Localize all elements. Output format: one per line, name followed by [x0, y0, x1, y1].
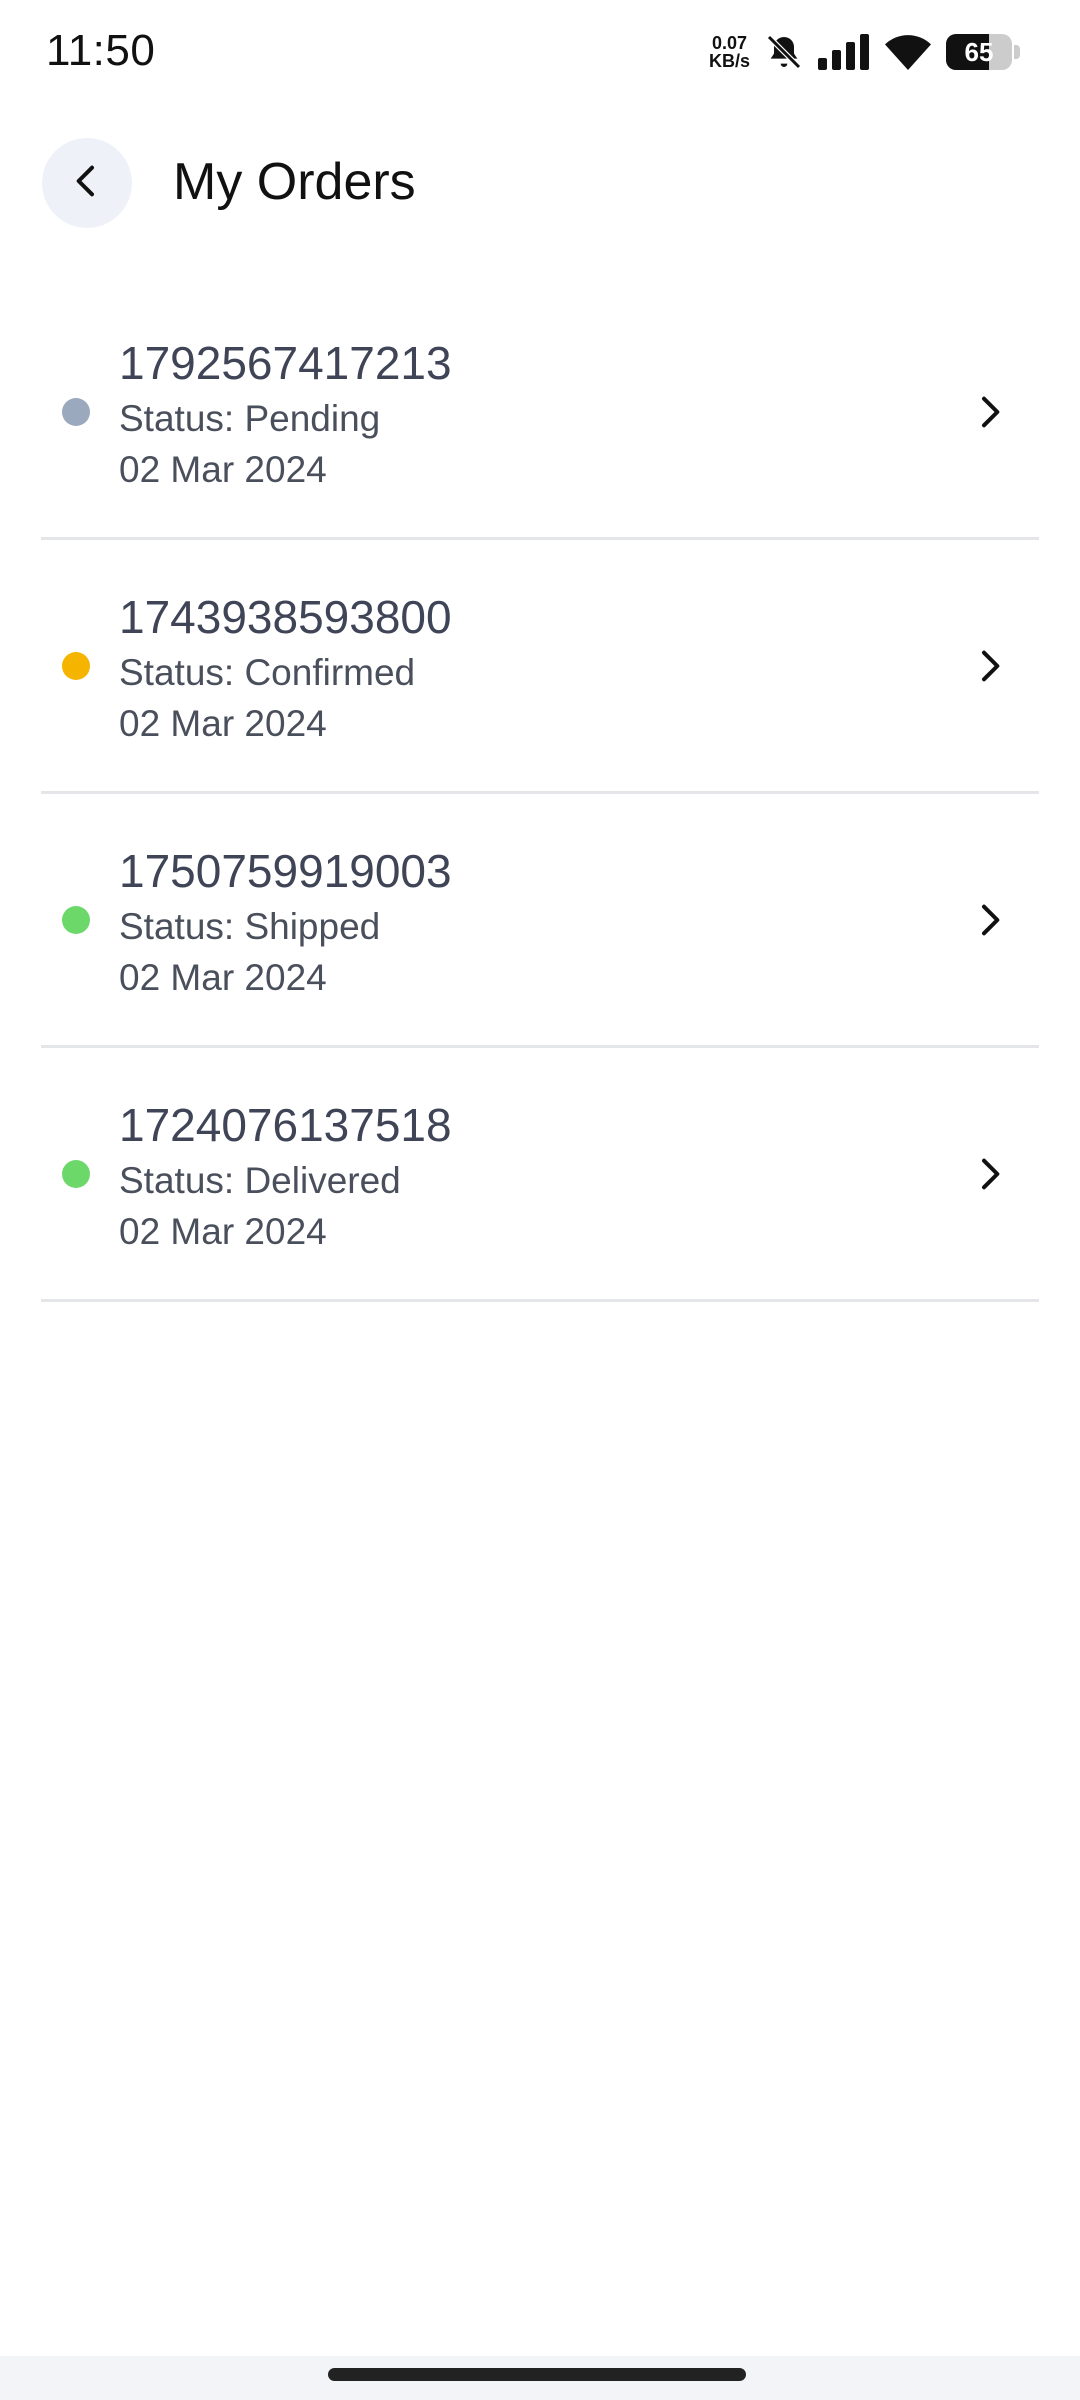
navigation-area — [0, 2356, 1080, 2400]
wifi-icon — [884, 34, 932, 70]
status-dot — [62, 398, 90, 426]
signal-icon — [818, 34, 870, 70]
chevron-right-icon — [969, 1154, 1009, 1194]
order-status: Status: Shipped — [119, 906, 381, 947]
battery-level: 65 — [964, 36, 994, 67]
network-speed-unit: KB/s — [708, 51, 750, 71]
chevron-left-icon — [67, 161, 107, 206]
orders-list: 1792567417213 Status: Pending 02 Mar 202… — [41, 286, 1039, 1302]
order-date: 02 Mar 2024 — [119, 703, 327, 744]
chevron-right-icon — [969, 392, 1009, 432]
order-id: 1750759919003 — [119, 845, 452, 897]
network-speed: 0.07 KB/s — [709, 34, 750, 70]
order-id: 1792567417213 — [119, 337, 452, 389]
order-status: Status: Pending — [119, 398, 381, 439]
order-id: 1724076137518 — [119, 1099, 452, 1151]
order-date: 02 Mar 2024 — [119, 1211, 327, 1252]
status-icons: 0.07 KB/s 65 — [709, 30, 1020, 74]
chevron-right-icon — [969, 900, 1009, 940]
order-row[interactable]: 1792567417213 Status: Pending 02 Mar 202… — [41, 286, 1039, 540]
bell-muted-icon — [764, 32, 804, 72]
status-dot — [62, 1160, 90, 1188]
order-date: 02 Mar 2024 — [119, 957, 327, 998]
back-button[interactable] — [42, 138, 132, 228]
status-dot — [62, 906, 90, 934]
order-row[interactable]: 1743938593800 Status: Confirmed 02 Mar 2… — [41, 540, 1039, 794]
battery-icon: 65 — [946, 34, 1020, 70]
status-bar: 11:50 0.07 KB/s 65 — [0, 0, 1080, 100]
header: My Orders — [0, 130, 1080, 240]
order-status: Status: Confirmed — [119, 652, 416, 693]
my-orders-screen: 11:50 0.07 KB/s 65 My Orders 17925674172… — [0, 0, 1080, 2400]
network-speed-value: 0.07 — [711, 33, 748, 53]
status-dot — [62, 652, 90, 680]
page-title: My Orders — [173, 153, 416, 211]
status-time: 11:50 — [46, 26, 156, 75]
order-id: 1743938593800 — [119, 591, 452, 643]
order-row[interactable]: 1750759919003 Status: Shipped 02 Mar 202… — [41, 794, 1039, 1048]
chevron-right-icon — [969, 646, 1009, 686]
order-status: Status: Delivered — [119, 1160, 401, 1201]
order-date: 02 Mar 2024 — [119, 449, 327, 490]
order-row[interactable]: 1724076137518 Status: Delivered 02 Mar 2… — [41, 1048, 1039, 1302]
home-gesture-bar[interactable] — [328, 2368, 746, 2381]
